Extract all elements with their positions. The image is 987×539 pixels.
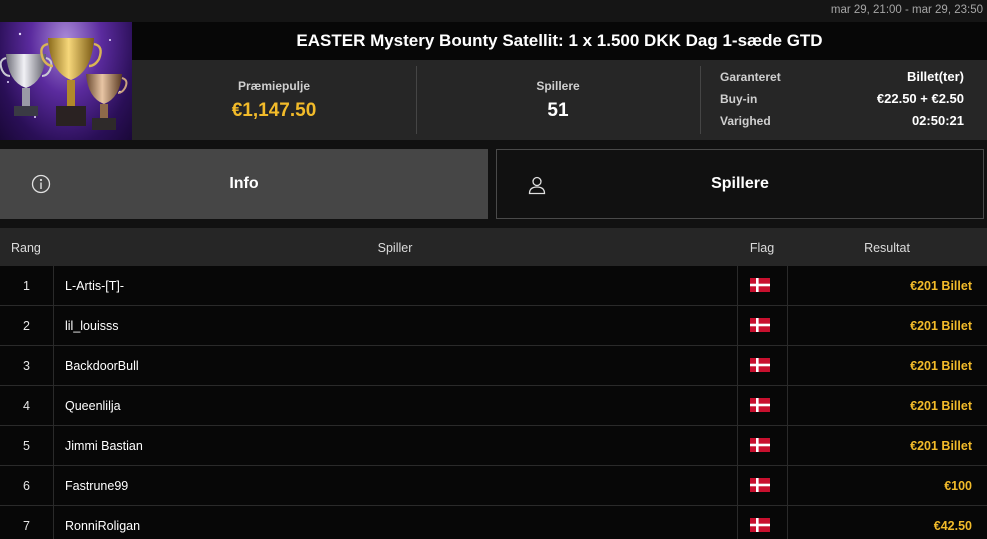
trophy-cups-image: [0, 22, 132, 140]
column-header-player: Spiller: [377, 241, 413, 255]
result-cell: €201 Billet: [910, 399, 972, 413]
column-divider: [787, 466, 788, 505]
tournament-title: EASTER Mystery Bounty Satellit: 1 x 1.50…: [296, 31, 823, 50]
denmark-flag-icon: [750, 318, 770, 332]
detail-value: 02:50:21: [911, 113, 964, 128]
results-table-body: 1 L-Artis-[T]- €201 Billet 2 lil_louisss €201…: [0, 266, 987, 539]
date-range-bar: mar 29, 21:00 - mar 29, 23:50: [0, 0, 987, 22]
column-divider: [737, 346, 738, 385]
tab-players-label: Spillere: [711, 175, 769, 192]
rank-cell: 7: [23, 519, 30, 533]
info-circle-icon: [31, 174, 51, 194]
column-divider: [53, 506, 54, 539]
column-divider: [787, 506, 788, 539]
denmark-flag-icon: [750, 478, 770, 492]
denmark-flag-icon: [750, 518, 770, 532]
column-divider: [53, 466, 54, 505]
results-table-header: Rang Spiller Flag Resultat: [0, 228, 987, 266]
denmark-flag-icon: [750, 358, 770, 372]
player-name-cell: Queenlilja: [65, 399, 121, 413]
column-divider: [53, 386, 54, 425]
prize-pool-label: Præmiepulje: [237, 79, 311, 93]
players-count-value: 51: [547, 100, 569, 121]
result-cell: €201 Billet: [910, 319, 972, 333]
column-divider: [53, 266, 54, 305]
rank-cell: 1: [23, 279, 30, 293]
result-cell: €201 Billet: [910, 279, 972, 293]
denmark-flag-icon: [750, 278, 770, 292]
column-divider: [737, 386, 738, 425]
date-range: mar 29, 21:00 - mar 29, 23:50: [830, 4, 983, 16]
rank-cell: 6: [23, 479, 30, 493]
tab-players[interactable]: Spillere: [496, 149, 984, 219]
column-divider: [737, 266, 738, 305]
column-header-flag: Flag: [749, 241, 775, 255]
prize-pool-stat: Præmiepulje €1,147.50: [132, 60, 416, 140]
column-header-rank: Rang: [11, 241, 41, 255]
result-cell: €42.50: [933, 519, 972, 533]
player-name-cell: BackdoorBull: [65, 359, 139, 373]
table-row[interactable]: 2 lil_louisss €201 Billet: [0, 306, 987, 346]
column-divider: [787, 426, 788, 465]
column-divider: [53, 426, 54, 465]
detail-value: Billet(ter): [906, 69, 964, 84]
table-row[interactable]: 1 L-Artis-[T]- €201 Billet: [0, 266, 987, 306]
detail-label: Garanteret: [720, 70, 781, 84]
column-divider: [737, 466, 738, 505]
prize-pool-value: €1,147.50: [231, 100, 317, 121]
table-row[interactable]: 5 Jimmi Bastian €201 Billet: [0, 426, 987, 466]
column-divider: [737, 426, 738, 465]
column-header-result: Resultat: [864, 241, 910, 255]
rank-cell: 4: [23, 399, 30, 413]
detail-label: Buy-in: [720, 92, 758, 106]
tab-info-label: Info: [229, 175, 259, 192]
table-row[interactable]: 3 BackdoorBull €201 Billet: [0, 346, 987, 386]
denmark-flag-icon: [750, 438, 770, 452]
tournament-banner: EASTER Mystery Bounty Satellit: 1 x 1.50…: [0, 22, 987, 140]
detail-buy-in: Buy-in €22.50 + €2.50: [720, 89, 964, 109]
detail-guaranteed: Garanteret Billet(ter): [720, 67, 964, 87]
table-row[interactable]: 7 RonniRoligan €42.50: [0, 506, 987, 539]
players-count-label: Spillere: [536, 79, 580, 93]
column-divider: [53, 306, 54, 345]
player-name-cell: Fastrune99: [65, 479, 129, 493]
tournament-details: Garanteret Billet(ter) Buy-in €22.50 + €…: [700, 60, 987, 140]
column-divider: [787, 386, 788, 425]
result-cell: €201 Billet: [910, 439, 972, 453]
rank-cell: 5: [23, 439, 30, 453]
detail-label: Varighed: [720, 114, 771, 128]
table-row[interactable]: 6 Fastrune99 €100: [0, 466, 987, 506]
column-divider: [737, 306, 738, 345]
rank-cell: 3: [23, 359, 30, 373]
player-name-cell: Jimmi Bastian: [65, 439, 143, 453]
rank-cell: 2: [23, 319, 30, 333]
denmark-flag-icon: [750, 398, 770, 412]
table-row[interactable]: 4 Queenlilja €201 Billet: [0, 386, 987, 426]
result-cell: €201 Billet: [910, 359, 972, 373]
column-divider: [53, 346, 54, 385]
detail-duration: Varighed 02:50:21: [720, 111, 964, 131]
column-divider: [787, 346, 788, 385]
player-name-cell: lil_louisss: [65, 319, 119, 333]
result-cell: €100: [944, 479, 972, 493]
player-name-cell: L-Artis-[T]-: [65, 279, 125, 293]
players-stat: Spillere 51: [416, 60, 700, 140]
column-divider: [787, 306, 788, 345]
column-divider: [737, 506, 738, 539]
detail-value: €22.50 + €2.50: [876, 91, 964, 106]
tab-info[interactable]: Info: [0, 149, 488, 219]
user-icon: [527, 175, 547, 195]
tournament-title-bar: EASTER Mystery Bounty Satellit: 1 x 1.50…: [132, 22, 987, 60]
column-divider: [787, 266, 788, 305]
player-name-cell: RonniRoligan: [65, 519, 141, 533]
